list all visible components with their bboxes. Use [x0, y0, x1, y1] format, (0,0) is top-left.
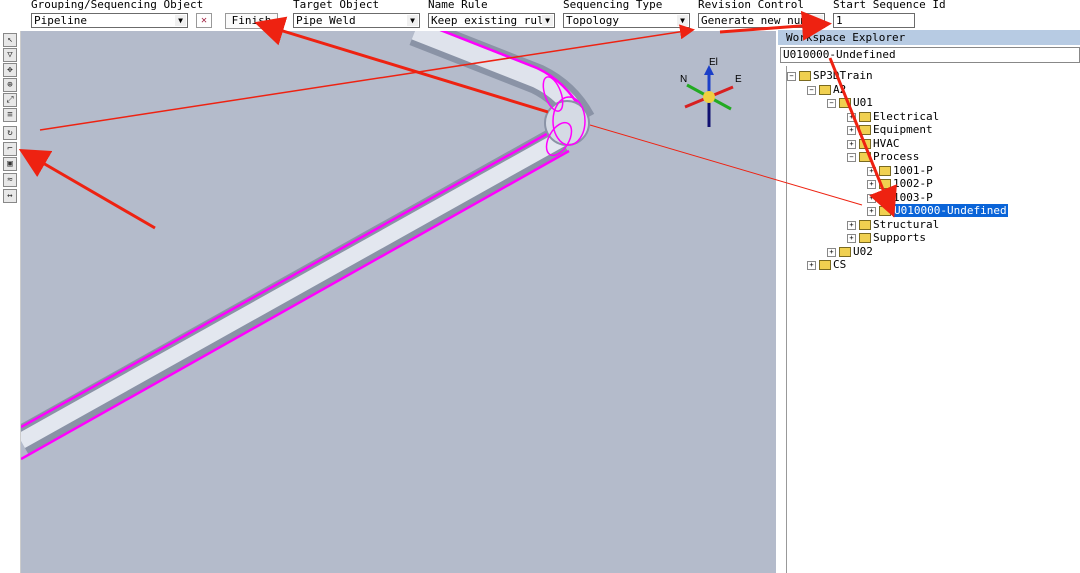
expand-icon[interactable]: + — [847, 125, 856, 135]
seq-type-label: Sequencing Type — [563, 0, 663, 11]
folder-icon — [859, 125, 871, 135]
route-icon[interactable]: ⌐ — [3, 142, 17, 156]
left-tool-strip: ↖ ▽ ✥ ⊕ ⤢ ≡ ↻ ⌐ ▣ ≈ ↔ — [0, 31, 21, 573]
expand-icon[interactable]: + — [847, 220, 856, 230]
workspace-explorer: Workspace Explorer U010000-Undefined − SP… — [778, 30, 1080, 573]
revision-value: Generate new numbe — [701, 14, 821, 27]
folder-icon — [859, 112, 871, 122]
tree-item-1002-p[interactable]: +1002-P — [867, 177, 933, 190]
tree-item-u02[interactable]: + U02 — [827, 245, 873, 258]
chevron-down-icon[interactable]: ▼ — [812, 15, 823, 26]
compass-el: El — [709, 57, 718, 68]
expand-icon[interactable]: + — [827, 247, 836, 257]
chevron-down-icon[interactable]: ▼ — [407, 15, 418, 26]
compass-e: E — [735, 74, 742, 85]
chevron-down-icon[interactable]: ▼ — [542, 15, 553, 26]
pipeline-icon — [879, 166, 891, 176]
area-icon[interactable]: ▣ — [3, 157, 17, 171]
start-seq-value: 1 — [836, 14, 843, 27]
sequencing-toolbar: Grouping/Sequencing Object Pipeline ▼ ✕ … — [0, 0, 1080, 30]
pan-icon[interactable]: ✥ — [3, 63, 17, 77]
pipe-model: N E El — [21, 31, 742, 461]
tree-item-hvac[interactable]: + HVAC — [847, 137, 900, 150]
tree-item-u010000-undefined[interactable]: + U010000-Undefined — [867, 204, 1008, 217]
folder-icon — [859, 233, 871, 243]
graphic-viewport[interactable]: N E El — [21, 31, 776, 573]
chevron-down-icon[interactable]: ▼ — [677, 15, 688, 26]
name-rule-value: Keep existing rule — [431, 14, 551, 27]
name-rule-label: Name Rule — [428, 0, 488, 11]
tree-item-structural[interactable]: + Structural — [847, 218, 939, 231]
grouping-label: Grouping/Sequencing Object — [31, 0, 204, 11]
pipeline-icon — [879, 193, 891, 203]
tree-item-cs[interactable]: + CS — [807, 258, 846, 271]
folder-icon — [819, 85, 831, 95]
collapse-icon[interactable]: − — [847, 152, 856, 162]
tree-item-u01[interactable]: − U01 — [827, 96, 873, 109]
collapse-icon[interactable]: − — [787, 71, 796, 81]
compass-triad: N E El — [680, 57, 742, 127]
pipeline-icon — [879, 206, 891, 216]
start-seq-input[interactable]: 1 — [833, 13, 915, 28]
tree-item-supports[interactable]: + Supports — [847, 231, 926, 244]
rotate-icon[interactable]: ▽ — [3, 48, 17, 62]
tree-item-process[interactable]: − Process — [847, 150, 919, 163]
expand-icon[interactable]: + — [847, 112, 856, 122]
revision-label: Revision Control — [698, 0, 804, 11]
chevron-down-icon[interactable]: ▼ — [175, 15, 186, 26]
folder-icon — [859, 220, 871, 230]
expand-icon[interactable]: + — [847, 139, 856, 149]
seq-type-select[interactable]: Topology ▼ — [563, 13, 690, 28]
folder-icon — [799, 71, 811, 81]
folder-icon — [839, 247, 851, 257]
target-value: Pipe Weld — [296, 14, 356, 27]
folder-icon — [839, 98, 851, 108]
tree-item-a2[interactable]: − A2 — [807, 83, 846, 96]
compass-n: N — [680, 74, 687, 85]
explorer-title: Workspace Explorer — [778, 30, 1080, 45]
fit-icon[interactable]: ⤢ — [3, 93, 17, 107]
seq-type-value: Topology — [566, 14, 619, 27]
finish-button[interactable]: Finish — [225, 13, 278, 29]
folder-icon — [819, 260, 831, 270]
tree-item-equipment[interactable]: + Equipment — [847, 123, 933, 136]
zoom-icon[interactable]: ⊕ — [3, 78, 17, 92]
pipeline-icon — [879, 179, 891, 189]
expand-icon[interactable]: + — [867, 193, 876, 203]
expand-icon[interactable]: + — [867, 166, 876, 176]
revision-select[interactable]: Generate new numbe ▼ — [698, 13, 825, 28]
tree-item-1003-p[interactable]: +1003-P — [867, 191, 933, 204]
grouping-select[interactable]: Pipeline ▼ — [31, 13, 188, 28]
measure-icon[interactable]: ≈ — [3, 173, 17, 187]
dimension-icon[interactable]: ↔ — [3, 189, 17, 203]
collapse-icon[interactable]: − — [807, 85, 816, 95]
refresh-icon[interactable]: ↻ — [3, 126, 17, 140]
layer-icon[interactable]: ≡ — [3, 108, 17, 122]
expand-icon[interactable]: + — [867, 206, 876, 216]
tree-item-sp3dtrain[interactable]: − SP3DTrain — [787, 69, 873, 82]
grouping-value: Pipeline — [34, 14, 87, 27]
name-rule-select[interactable]: Keep existing rule ▼ — [428, 13, 555, 28]
folder-icon — [859, 139, 871, 149]
expand-icon[interactable]: + — [867, 179, 876, 189]
tree-item-1001-p[interactable]: +1001-P — [867, 164, 933, 177]
target-label: Target Object — [293, 0, 380, 11]
folder-icon — [859, 152, 871, 162]
start-seq-label: Start Sequence Id — [833, 0, 946, 11]
explorer-path-input[interactable]: U010000-Undefined — [780, 47, 1080, 63]
close-icon[interactable]: ✕ — [196, 13, 212, 28]
target-select[interactable]: Pipe Weld ▼ — [293, 13, 420, 28]
collapse-icon[interactable]: − — [827, 98, 836, 108]
expand-icon[interactable]: + — [847, 233, 856, 243]
explorer-path: U010000-Undefined — [783, 48, 896, 61]
expand-icon[interactable]: + — [807, 260, 816, 270]
select-icon[interactable]: ↖ — [3, 33, 17, 47]
explorer-tree: − SP3DTrain − A2 − U01 + Electrical + Equipme… — [786, 66, 1080, 573]
tree-item-electrical[interactable]: + Electrical — [847, 110, 939, 123]
